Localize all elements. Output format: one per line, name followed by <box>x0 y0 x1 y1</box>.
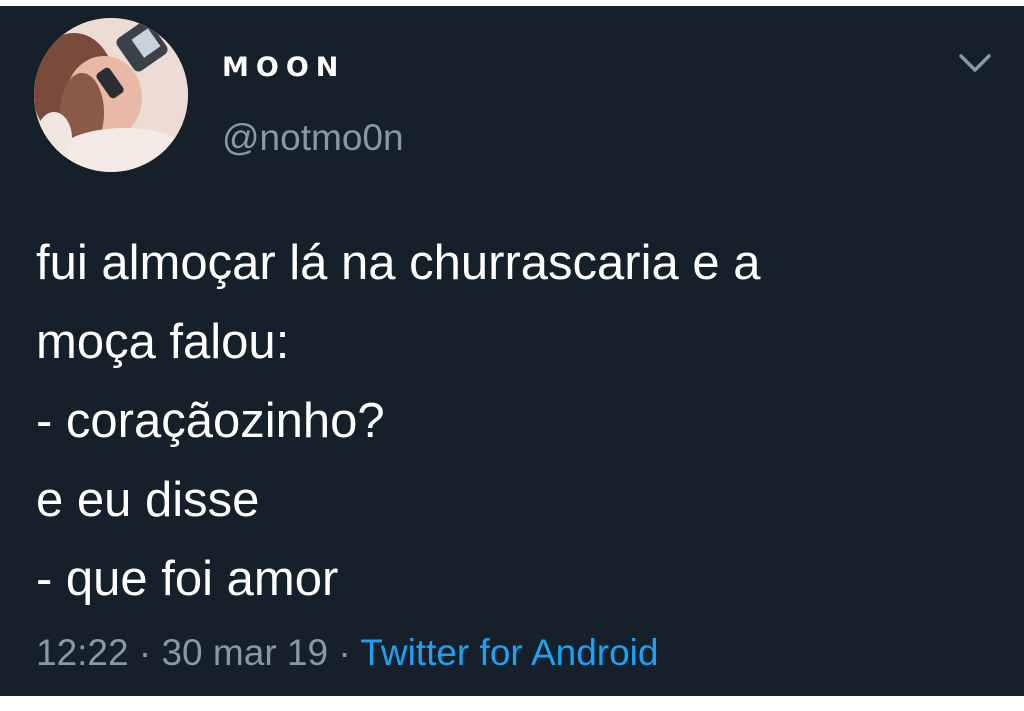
tweet-text-line: fui almoçar lá na churrascaria e a <box>36 236 761 290</box>
bottom-border <box>0 696 1024 711</box>
chevron-down-icon[interactable] <box>956 50 994 76</box>
tweet-text-line: moça falou: <box>36 315 290 369</box>
meta-separator: · <box>128 632 162 673</box>
tweet-source-link[interactable]: Twitter for Android <box>360 632 658 673</box>
display-name[interactable]: MOON <box>222 52 345 83</box>
avatar[interactable] <box>34 18 188 172</box>
tweet-date[interactable]: 30 mar 19 <box>161 632 328 673</box>
avatar-image <box>34 18 188 172</box>
tweet-text-line: e eu disse <box>36 473 260 527</box>
tweet-text: fui almoçar lá na churrascaria e a moça … <box>36 224 1006 619</box>
user-handle[interactable]: @notmo0n <box>222 117 404 159</box>
tweet-metadata: 12:22 · 30 mar 19 · Twitter for Android <box>36 632 658 674</box>
tweet-card: MOON @notmo0n fui almoçar lá na churrasc… <box>0 6 1024 696</box>
meta-separator: · <box>328 632 361 673</box>
tweet-text-line: - coraçãozinho? <box>36 394 385 448</box>
tweet-time[interactable]: 12:22 <box>36 632 129 673</box>
tweet-text-line: - que foi amor <box>36 552 339 606</box>
